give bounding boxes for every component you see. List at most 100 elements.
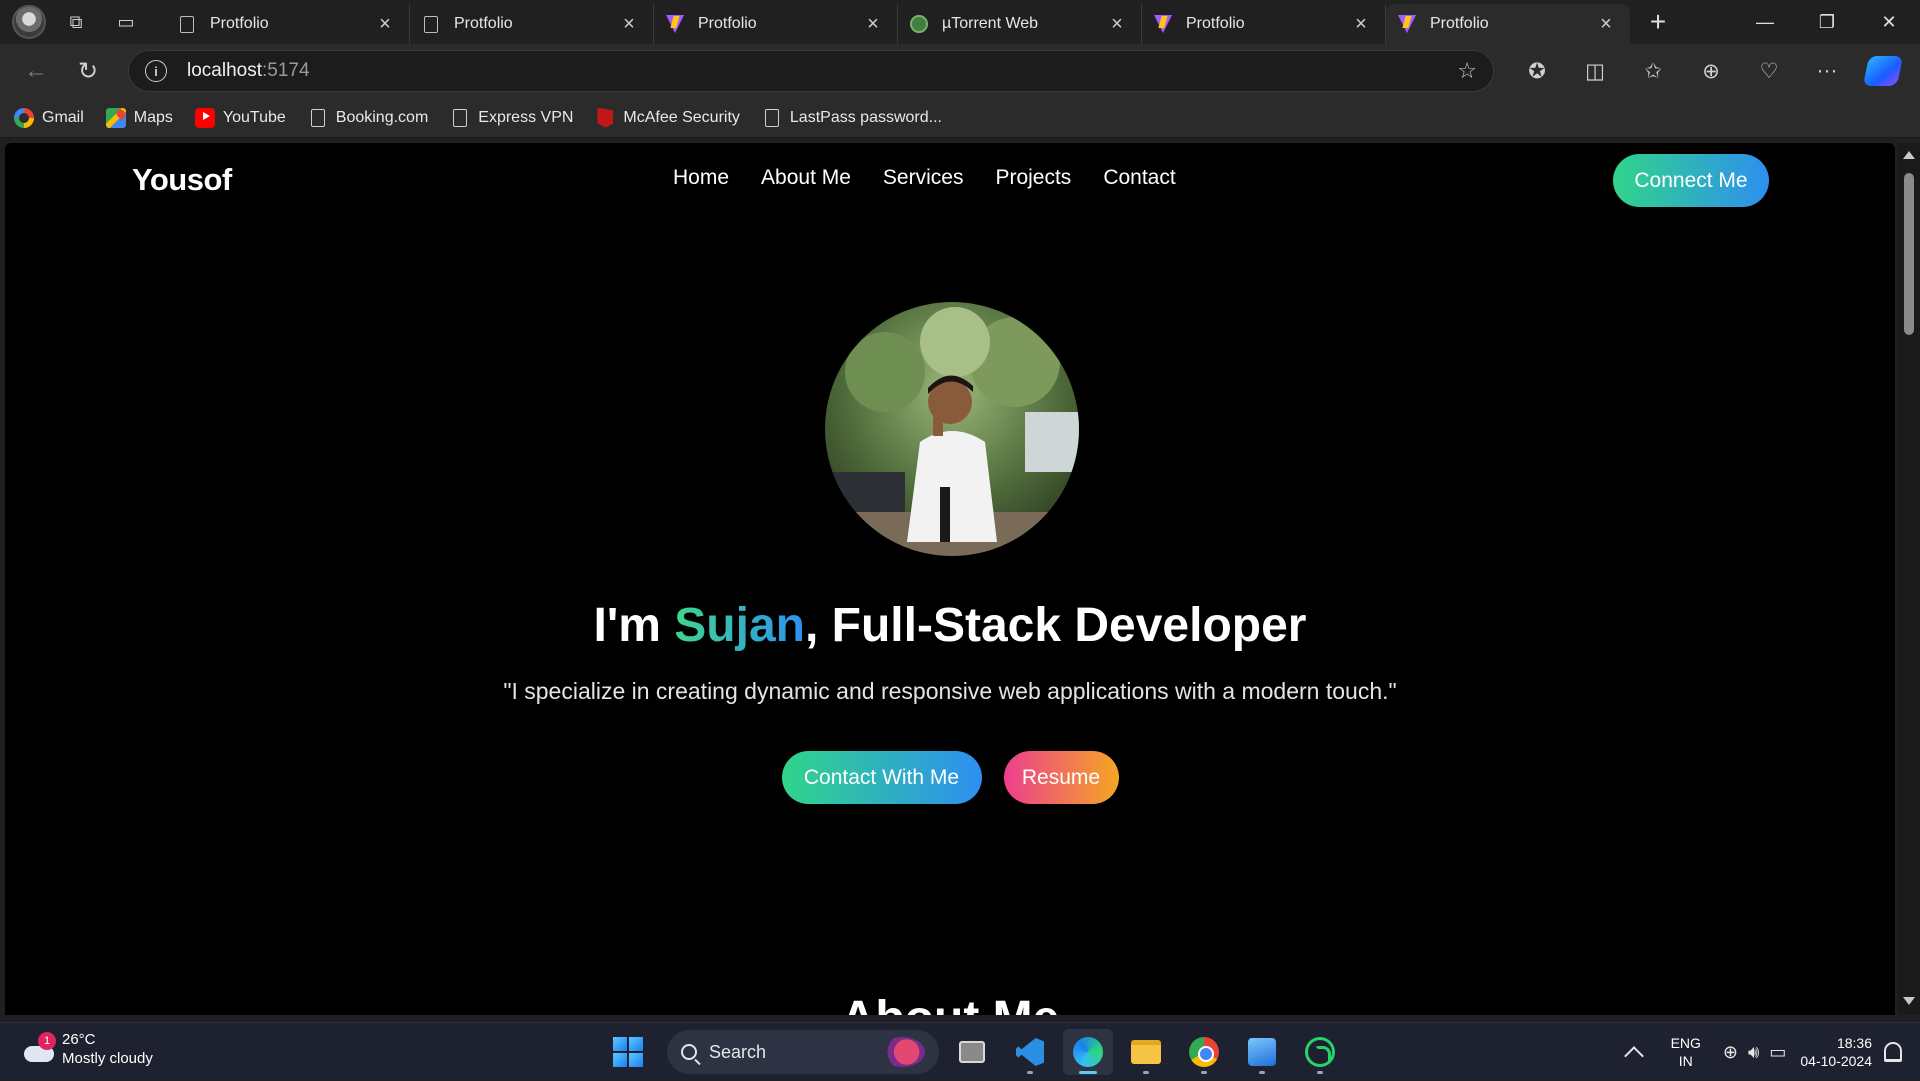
youtube-icon [194, 107, 215, 128]
url-text[interactable]: localhost:5174 [187, 60, 310, 82]
bookmark-expressvpn[interactable]: Express VPN [450, 108, 573, 128]
whatsapp-icon[interactable] [1295, 1029, 1345, 1075]
close-icon[interactable]: × [861, 13, 885, 36]
restore-icon[interactable]: ❐ [1796, 0, 1858, 44]
tab-title: Protfolio [454, 15, 513, 32]
weather-widget[interactable]: 1 26°C Mostly cloudy [22, 1030, 153, 1068]
utorrent-icon [910, 15, 928, 33]
chrome-icon[interactable] [1179, 1029, 1229, 1075]
browser-essentials-icon[interactable]: ♡ [1740, 51, 1798, 91]
scroll-up-icon[interactable] [1903, 151, 1915, 159]
more-menu-icon[interactable]: ··· [1798, 51, 1856, 91]
start-windows-icon[interactable] [607, 1031, 649, 1073]
notification-badge: 1 [38, 1032, 56, 1050]
bookmarks-bar: Gmail Maps YouTube Booking.com Express V… [0, 98, 1920, 138]
clock[interactable]: 18:36 04-10-2024 [1800, 1034, 1872, 1070]
nav-menu: Home About Me Services Projects Contact [673, 166, 1176, 190]
site-logo[interactable]: Yousof [132, 162, 232, 198]
nav-projects-link[interactable]: Projects [995, 166, 1071, 190]
edge-icon[interactable] [1063, 1029, 1113, 1075]
bookmark-booking[interactable]: Booking.com [308, 108, 428, 128]
tab-actions-icon[interactable]: ▭ [106, 2, 146, 42]
hero-headline: I'm Sujan, Full-Stack Developer [593, 599, 1307, 652]
battery-icon: ▭ [1769, 1041, 1787, 1062]
tab-title: µTorrent Web [942, 15, 1039, 32]
close-icon[interactable]: × [1105, 13, 1129, 36]
page-icon [308, 108, 328, 128]
scroll-down-icon[interactable] [1903, 997, 1915, 1005]
page-icon [178, 15, 196, 33]
page-icon [762, 108, 782, 128]
bookmark-lastpass[interactable]: LastPass password... [762, 108, 942, 128]
input-language[interactable]: ENG IN [1671, 1034, 1701, 1070]
profile-photo [825, 302, 1079, 556]
copilot-icon[interactable] [1862, 56, 1904, 86]
close-window-icon[interactable]: ✕ [1858, 0, 1920, 44]
vscode-icon[interactable] [1005, 1029, 1055, 1075]
notification-bell-icon[interactable] [1884, 1042, 1902, 1062]
nav-about-link[interactable]: About Me [761, 166, 851, 190]
connect-me-button[interactable]: Connect Me [1613, 154, 1769, 207]
close-icon[interactable]: × [373, 13, 397, 36]
bookmark-youtube[interactable]: YouTube [194, 107, 286, 128]
minimize-icon[interactable]: — [1734, 0, 1796, 44]
workspaces-icon[interactable]: ⧉ [56, 2, 96, 42]
page-viewport: Yousof Home About Me Services Projects C… [5, 143, 1895, 1015]
quick-settings[interactable]: ⊕ 🔊︎ ▭ [1723, 1042, 1786, 1063]
favorite-star-icon[interactable]: ☆ [1457, 58, 1477, 84]
search-icon [681, 1044, 697, 1060]
tab-title: Protfolio [1186, 15, 1245, 32]
windows-taskbar: 1 26°C Mostly cloudy Search ENG IN ⊕ 🔊︎ [0, 1022, 1920, 1080]
bookmark-maps[interactable]: Maps [105, 107, 173, 128]
window-controls: — ❐ ✕ [1734, 0, 1920, 44]
photos-icon[interactable] [1237, 1029, 1287, 1075]
contact-with-me-button[interactable]: Contact With Me [781, 751, 982, 804]
search-highlight-icon [879, 1037, 925, 1067]
nav-services-link[interactable]: Services [883, 166, 964, 190]
hero-name: Sujan [674, 599, 805, 652]
refresh-icon[interactable]: ↻ [66, 51, 110, 91]
tab-list: Protfolio × Protfolio × Protfolio × µTor… [166, 0, 1680, 44]
maps-icon [105, 107, 126, 128]
scrollbar-thumb[interactable] [1904, 173, 1914, 335]
resume-button[interactable]: Resume [1003, 751, 1119, 804]
tab-title: Protfolio [698, 15, 757, 32]
site-info-icon[interactable]: i [145, 60, 167, 82]
task-view-icon[interactable] [947, 1029, 997, 1075]
close-icon[interactable]: × [1594, 13, 1618, 36]
profile-avatar[interactable] [12, 5, 46, 39]
system-tray: ENG IN ⊕ 🔊︎ ▭ 18:36 04-10-2024 [1623, 1023, 1920, 1081]
browser-tab-active[interactable]: Protfolio × [1386, 4, 1630, 44]
browser-tab[interactable]: Protfolio × [166, 4, 410, 44]
browser-tab[interactable]: Protfolio × [654, 4, 898, 44]
cloud-icon: 1 [22, 1032, 56, 1062]
split-screen-icon[interactable]: ◫ [1566, 51, 1624, 91]
bookmark-mcafee[interactable]: McAfee Security [595, 107, 740, 128]
bookmark-gmail[interactable]: Gmail [14, 107, 84, 128]
close-icon[interactable]: × [617, 13, 641, 36]
volume-icon: 🔊︎ [1748, 1041, 1760, 1062]
collections-icon[interactable]: ⊕ [1682, 51, 1740, 91]
site-navbar: Yousof Home About Me Services Projects C… [5, 143, 1895, 217]
new-tab-button[interactable]: + [1636, 2, 1680, 42]
favorites-icon[interactable]: ✩ [1624, 51, 1682, 91]
vite-icon [666, 15, 684, 33]
back-arrow-icon[interactable]: ← [14, 51, 58, 91]
google-icon [14, 107, 34, 128]
taskbar-search[interactable]: Search [667, 1030, 939, 1074]
browser-tab[interactable]: Protfolio × [410, 4, 654, 44]
nav-contact-link[interactable]: Contact [1103, 166, 1175, 190]
chevron-up-icon[interactable] [1623, 1046, 1644, 1066]
browser-tab-strip: ⧉ ▭ Protfolio × Protfolio × Protfolio × … [0, 0, 1920, 44]
file-explorer-icon[interactable] [1121, 1029, 1171, 1075]
vite-icon [1398, 15, 1416, 33]
nav-home-link[interactable]: Home [673, 166, 729, 190]
tab-title: Protfolio [210, 15, 269, 32]
weather-condition: Mostly cloudy [62, 1050, 153, 1067]
extensions-icon[interactable]: ✪ [1508, 51, 1566, 91]
browser-tab[interactable]: Protfolio × [1142, 4, 1386, 44]
browser-tab[interactable]: µTorrent Web × [898, 4, 1142, 44]
address-bar[interactable]: i localhost:5174 ☆ [128, 50, 1494, 92]
close-icon[interactable]: × [1349, 13, 1373, 36]
page-scrollbar[interactable] [1898, 143, 1920, 1015]
